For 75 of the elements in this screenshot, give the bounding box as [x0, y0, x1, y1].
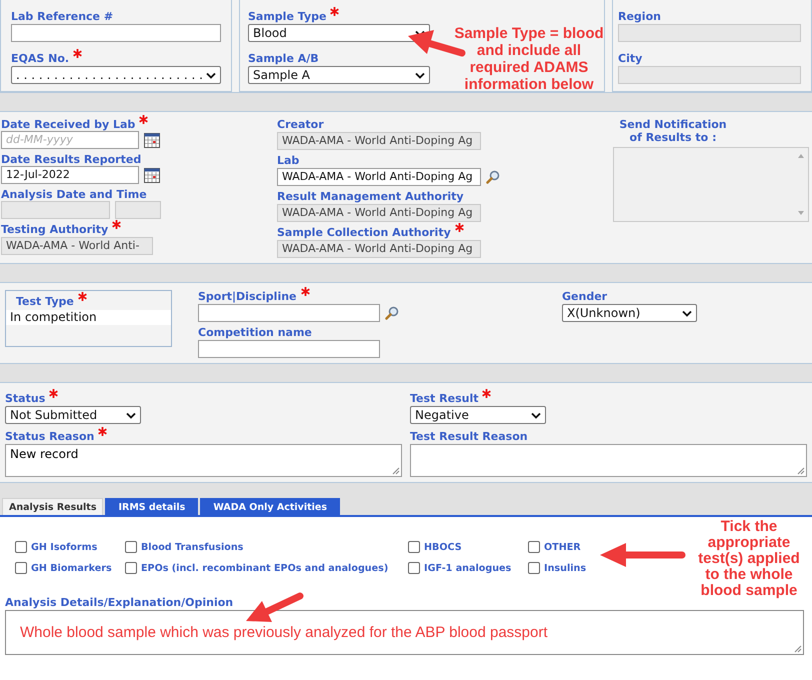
field-label: EQAS No. — [11, 52, 70, 65]
checkbox[interactable] — [15, 541, 27, 553]
checkbox[interactable] — [408, 562, 420, 574]
field-label: Sample Type — [248, 10, 326, 23]
field-label: Test Type — [16, 295, 74, 308]
checkbox-label[interactable]: Blood Transfusions — [141, 542, 244, 552]
dropdown[interactable]: . . . . . . . . . . . . . . . . . . . . . . . . . — [11, 66, 221, 84]
field-label: Sample A/B — [248, 52, 319, 65]
checkbox-label[interactable]: EPOs (incl. recombinant EPOs and analogues) — [141, 562, 388, 574]
field-label: Result Management Authority — [277, 190, 464, 203]
field-label: Lab Reference # — [11, 10, 114, 23]
resize-grip-icon[interactable] — [794, 645, 802, 653]
arrow — [246, 592, 304, 622]
field-label: Gender — [562, 290, 608, 303]
field-label: Testing Authority — [1, 223, 108, 236]
checkbox[interactable] — [125, 541, 137, 553]
field-label: Analysis Details/Explanation/Opinion — [5, 596, 234, 609]
checkbox-label[interactable]: Insulins — [544, 562, 586, 574]
dropdown[interactable]: Sample A — [248, 66, 430, 84]
annotation-text: Sample Type = blood and include all required ADAMS information below — [453, 25, 605, 93]
text-field[interactable]: WADA-AMA - World Anti-Doping Ag — [277, 168, 481, 186]
checkbox[interactable] — [125, 562, 137, 574]
checkbox[interactable] — [15, 562, 27, 574]
field-label: Creator — [277, 118, 324, 131]
tab[interactable]: WADA Only Activities — [200, 498, 340, 515]
text-field[interactable] — [11, 24, 221, 42]
field-label: Sport|Discipline — [198, 290, 297, 303]
dropdown[interactable]: Negative — [410, 406, 546, 424]
field-label: Competition name — [198, 326, 312, 339]
annotation-text: Tick the appropriate test(s) applied to the whole blood sample — [697, 519, 801, 599]
text-field[interactable]: 12-Jul-2022 — [1, 166, 139, 184]
field-label: Region — [618, 10, 661, 23]
calendar-icon[interactable] — [144, 132, 160, 148]
search-icon[interactable] — [486, 170, 500, 184]
checkbox-label[interactable]: HBOCS — [424, 542, 462, 552]
text-area[interactable]: New record — [5, 444, 402, 477]
field-label: Send Notification of Results to : — [618, 118, 728, 144]
dropdown[interactable]: X(Unknown) — [562, 304, 697, 322]
field-label: Test Result — [410, 392, 478, 405]
checkbox-label[interactable]: GH Isoforms — [31, 542, 98, 552]
resize-grip-icon[interactable] — [797, 467, 805, 475]
dropdown[interactable]: Blood — [248, 24, 430, 42]
search-icon[interactable] — [385, 306, 399, 320]
list-box[interactable]: Test Type In competition — [5, 290, 172, 347]
checkbox[interactable] — [528, 541, 540, 553]
chevron-icon — [126, 412, 136, 418]
checkbox-label[interactable]: GH Biomarkers — [31, 562, 112, 574]
time-field[interactable] — [115, 201, 161, 219]
dropdown[interactable]: Not Submitted — [5, 406, 141, 424]
tab[interactable]: IRMS details — [105, 498, 198, 515]
field-label: City — [618, 52, 642, 65]
chevron-icon — [206, 72, 216, 78]
field-label: Date Received by Lab — [1, 118, 136, 131]
checkbox[interactable] — [408, 541, 420, 553]
tab[interactable]: Analysis Results — [2, 498, 104, 515]
field-label: Status — [5, 392, 46, 405]
field-label: Analysis Date and Time — [1, 188, 147, 201]
calendar-icon[interactable] — [144, 168, 160, 182]
field-label: Status Reason — [5, 430, 94, 443]
field-label: Sample Collection Authority — [277, 226, 451, 239]
text-field[interactable] — [198, 340, 380, 358]
text-area[interactable] — [410, 444, 807, 477]
chevron-icon — [415, 72, 425, 78]
list-option[interactable]: In competition — [6, 310, 171, 325]
chevron-icon — [682, 310, 692, 316]
text-field[interactable] — [198, 304, 380, 322]
checkbox-label[interactable]: IGF-1 analogues — [424, 562, 512, 574]
field-label: Date Results Reported — [1, 153, 142, 166]
resize-grip-icon[interactable] — [392, 467, 400, 475]
checkbox[interactable] — [528, 562, 540, 574]
chevron-icon — [531, 412, 541, 418]
checkbox-label[interactable]: OTHER — [544, 542, 581, 552]
text-area[interactable]: Whole blood sample which was previously analyzed for the ABP blood passport — [5, 610, 804, 655]
field-label: Lab — [277, 154, 300, 167]
field-label: Test Result Reason — [410, 430, 528, 443]
